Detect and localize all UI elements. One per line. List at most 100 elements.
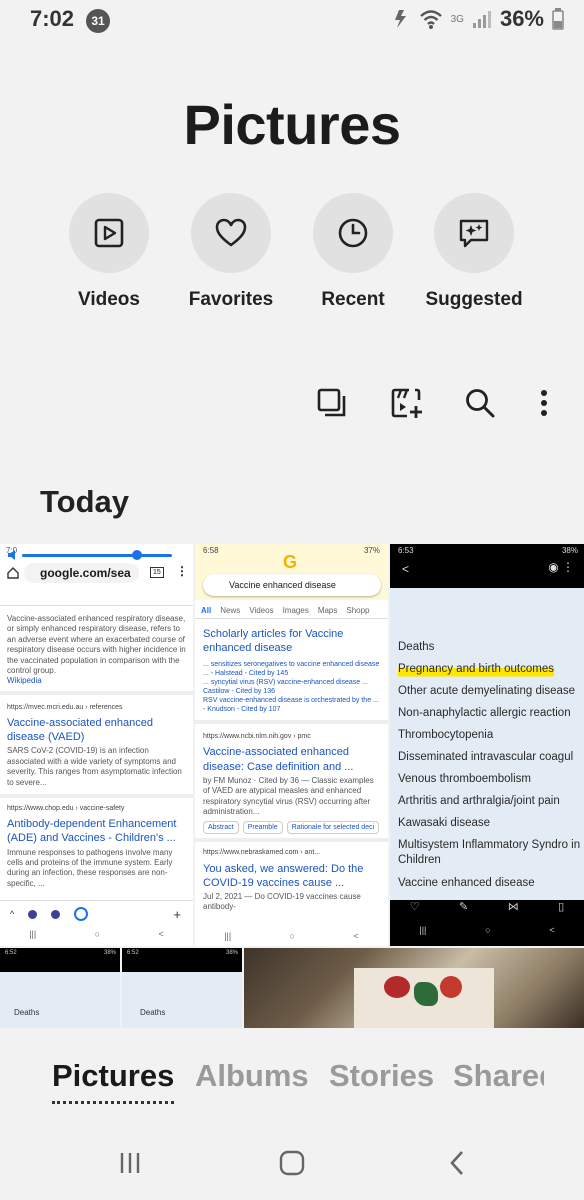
section-today: Today <box>40 484 129 519</box>
photo-thumbnail[interactable] <box>244 948 584 1028</box>
home-button[interactable] <box>272 1143 312 1183</box>
page-title: Pictures <box>183 93 402 156</box>
photo-thumbnail[interactable]: 6:58 37% G Vaccine enhanced disease All … <box>195 544 388 946</box>
result-chip: Abstract <box>203 821 239 835</box>
status-time: 7:02 <box>30 6 75 31</box>
result-desc: by FM Munoz · Cited by 36 — Classic exam… <box>203 775 374 817</box>
search-tab: All <box>201 606 212 615</box>
signal-icon <box>472 11 491 28</box>
edit-icon: ✎ <box>459 901 469 913</box>
thumb-battery: 38% <box>103 950 116 956</box>
system-nav-bar <box>0 1125 584 1200</box>
quick-suggested-circle[interactable] <box>434 193 514 273</box>
photo-thumbnail[interactable]: 6:53 38% < ◉ ⋮ Deaths Pregnancy and birt… <box>390 544 584 946</box>
result-title: You asked, we answered: Do the COVID-19 … <box>203 862 364 889</box>
list-item: Arthritis and arthralgia/joint pain <box>398 795 560 807</box>
create-button[interactable] <box>386 383 426 423</box>
quick-favorites-button[interactable]: Favorites <box>171 193 291 311</box>
scholar-line: ... sensitizes seronegatives to vaccine … <box>203 660 380 677</box>
list-item: Vaccine enhanced disease <box>398 877 535 889</box>
result-source: https://mvec.mcri.edu.au › references <box>7 703 123 711</box>
quick-favorites-label: Favorites <box>188 289 274 310</box>
tab-shared[interactable]: Shared <box>453 1058 544 1094</box>
recents-button[interactable] <box>110 1143 150 1183</box>
list-item: Multisystem Inflammatory Syndro in Child… <box>398 839 581 866</box>
search-tab: Images <box>282 606 309 615</box>
photo-thumbnail[interactable]: 7:0 google.com/sea 15 ⋮ Vaccine-associat… <box>0 544 193 946</box>
tab-albums[interactable]: Albums <box>195 1058 309 1094</box>
network-type: 3G <box>450 13 464 25</box>
select-button[interactable] <box>312 383 352 423</box>
list-item: Pregnancy and birth outcomes <box>398 658 554 680</box>
google-search-box: Vaccine enhanced disease <box>203 574 381 596</box>
result-title: Antibody-dependent Enhancement (ADE) and… <box>7 818 177 845</box>
quick-videos-label: Videos <box>78 289 140 310</box>
more-vertical-icon <box>541 390 547 416</box>
tab-stories[interactable]: Stories <box>329 1058 434 1094</box>
heart-icon: ♡ <box>409 901 420 913</box>
tab-pictures[interactable]: Pictures <box>52 1058 175 1104</box>
quick-suggested-button[interactable]: Suggested <box>414 193 534 311</box>
list-item: Deaths <box>14 1008 40 1017</box>
result-title: Vaccine-associated enhanced disease: Cas… <box>203 746 354 773</box>
play-box-icon <box>94 218 124 248</box>
back-button[interactable] <box>437 1143 477 1183</box>
home-icon <box>7 567 19 579</box>
system-indicators: 3G 36% <box>393 6 564 32</box>
result-desc: Jul 2, 2021 — Do COVID-19 vaccines cause… <box>203 892 361 912</box>
home-icon <box>279 1150 305 1176</box>
share-icon: ⋈ <box>507 901 519 913</box>
photo-thumbnail[interactable]: 6:52 38% Deaths <box>122 948 242 1028</box>
photo-thumbnail[interactable]: 6:52 38% Deaths <box>0 948 120 1028</box>
battery-icon <box>552 8 564 30</box>
quick-recent-circle[interactable] <box>313 193 393 273</box>
thumb-time: 6:52 <box>5 950 17 956</box>
search-tab: News <box>220 606 241 615</box>
search-tab: Videos <box>249 606 274 615</box>
list-item: Non-anaphylactic allergic reaction <box>398 707 571 719</box>
more-options-button[interactable] <box>534 383 554 423</box>
list-item: Other acute demyelinating disease <box>398 685 576 697</box>
thumb-battery: 37% <box>363 546 380 555</box>
thumb-battery: 38% <box>225 950 238 956</box>
snippet-text: Vaccine-associated enhanced respiratory … <box>7 614 186 675</box>
add-media-icon <box>391 388 422 418</box>
result-source: https://www.ncbi.nlm.nih.gov › pmc <box>203 733 311 741</box>
result-desc: Immune responses to pathogens involve ma… <box>7 847 173 888</box>
recents-icon <box>120 1153 140 1173</box>
snippet-link: Wikipedia <box>7 676 42 686</box>
quick-recent-button[interactable]: Recent <box>293 193 413 311</box>
sparkle-chat-icon <box>459 219 489 248</box>
list-item: Thrombocytopenia <box>398 729 494 741</box>
result-source: https://www.chop.edu › vaccine-safety <box>7 804 125 812</box>
search-tab: Shopp <box>346 606 370 615</box>
thumb-time: 6:58 <box>203 546 219 555</box>
list-item: Deaths <box>398 641 435 653</box>
list-item: Kawasaki disease <box>398 817 491 829</box>
status-bar: 7:02 31 3G 36% <box>0 0 584 44</box>
scholar-title: Scholarly articles for Vaccine enhanced … <box>203 628 344 655</box>
url-text: google.com/sea <box>40 566 131 580</box>
list-item: Disseminated intravascular coagul <box>398 751 574 763</box>
result-title: Vaccine-associated enhanced disease (VAE… <box>7 716 153 744</box>
notification-count-badge: 31 <box>86 9 110 33</box>
address-bar: google.com/sea <box>24 563 139 583</box>
result-source: https://www.nebraskamed.com › ant... <box>203 849 321 857</box>
quick-favorites-circle[interactable] <box>191 193 271 273</box>
back-icon <box>450 1151 463 1175</box>
delete-icon: ▯ <box>558 901 565 913</box>
menu-dots: ⋮ <box>176 564 188 578</box>
volume-icon <box>8 550 15 560</box>
search-tab: Maps <box>317 606 338 615</box>
quick-videos-button[interactable]: Videos <box>49 193 169 311</box>
heart-icon <box>215 218 247 247</box>
bottom-tab-bar: Pictures Albums Stories Shared <box>0 1052 584 1112</box>
search-query: Vaccine enhanced disease <box>229 580 336 590</box>
quick-videos-circle[interactable] <box>69 193 149 273</box>
search-button[interactable] <box>460 383 500 423</box>
list-item: Venous thromboembolism <box>398 773 531 785</box>
thumb-battery: 38% <box>561 546 578 555</box>
thumb-time: 6:53 <box>398 546 414 555</box>
clock-icon <box>338 218 368 248</box>
wifi-icon <box>419 10 442 29</box>
